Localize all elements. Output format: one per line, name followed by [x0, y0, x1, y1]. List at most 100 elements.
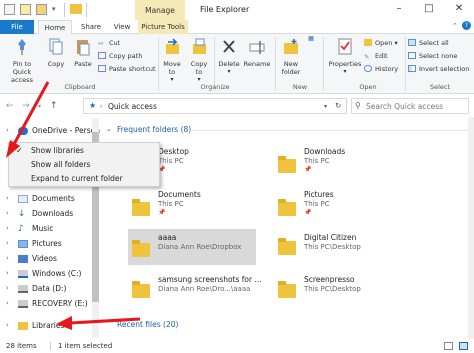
recent-files-header[interactable]: Recent files (20): [117, 320, 178, 329]
properties-qa-icon[interactable]: [4, 4, 15, 15]
nav-item-pictures[interactable]: › Pictures: [0, 236, 92, 251]
copy-button[interactable]: Copy: [44, 38, 68, 68]
nav-label: Pictures: [32, 239, 62, 248]
copy-to-button[interactable]: Copy to ▾: [187, 38, 211, 84]
tab-file[interactable]: File: [0, 20, 34, 34]
paste-shortcut-button[interactable]: Paste shortcut: [98, 65, 156, 74]
nav-item-data-d[interactable]: › Data (D:): [0, 281, 92, 296]
folder-location: This PC: [304, 200, 330, 208]
back-icon[interactable]: ←: [6, 101, 14, 111]
chevron-right-icon: ›: [6, 126, 9, 134]
refresh-icon[interactable]: ↻: [335, 101, 341, 110]
delete-button[interactable]: Delete ▾: [217, 38, 241, 76]
help-icon[interactable]: ?: [462, 21, 471, 30]
close-icon[interactable]: ✕: [444, 0, 474, 20]
nav-item-onedrive[interactable]: › OneDrive - Person: [0, 123, 100, 138]
new-item-icon[interactable]: ▦: [306, 35, 316, 43]
maximize-icon[interactable]: □: [414, 0, 444, 20]
cut-button[interactable]: ✂ Cut: [98, 39, 120, 48]
qa-dropdown-icon[interactable]: ▾: [52, 5, 56, 13]
select-none-button[interactable]: Select none: [408, 52, 457, 61]
chevron-right-icon: ›: [6, 254, 9, 262]
new-folder-qa-icon[interactable]: [20, 4, 31, 15]
ribbon-tabs: File Home Share View Picture Tools ⌃ ?: [0, 20, 474, 35]
scissors-icon: ✂: [98, 40, 104, 48]
folder-item-aaaa-selected[interactable]: aaaa Diana Ann Roe\Dropbox: [128, 229, 256, 265]
tab-home[interactable]: Home: [38, 20, 72, 35]
drive-icon: [18, 300, 28, 308]
invert-selection-button[interactable]: Invert selection: [408, 65, 469, 74]
nav-item-recovery-e[interactable]: › RECOVERY (E:): [0, 296, 92, 311]
select-none-icon: [408, 52, 416, 59]
collapse-ribbon-icon[interactable]: ⌃: [452, 22, 458, 30]
folder-item-digital-citizen[interactable]: Digital Citizen This PC\Desktop: [276, 229, 416, 265]
select-none-label: Select none: [419, 52, 458, 60]
nav-item-downloads[interactable]: › ↓ Downloads: [0, 206, 92, 221]
minimize-icon[interactable]: –: [384, 0, 414, 20]
nav-label: Downloads: [32, 209, 74, 218]
manage-tab[interactable]: Manage: [135, 0, 185, 20]
folder-location: This PC\Desktop: [304, 243, 361, 251]
properties-button[interactable]: Properties ▾: [326, 38, 364, 76]
nav-item-documents[interactable]: › Documents: [0, 191, 92, 206]
folder-item-downloads[interactable]: Downloads This PC 📌: [276, 147, 416, 183]
new-folder-label: New folder: [281, 60, 301, 76]
nav-item-videos[interactable]: › Videos: [0, 251, 92, 266]
nav-item-music[interactable]: › ♪ Music: [0, 221, 92, 236]
download-icon: ↓: [18, 209, 26, 219]
up-icon[interactable]: ↑: [50, 101, 58, 111]
pictures-icon: [18, 240, 28, 248]
nav-label: RECOVERY (E:): [32, 299, 88, 308]
folder-name: samsung screenshots for ...: [158, 275, 262, 284]
paste-button[interactable]: Paste: [70, 38, 96, 68]
address-field[interactable]: ★ › Quick access ▾ ↻: [83, 98, 347, 114]
new-folder-button[interactable]: New folder: [278, 38, 304, 76]
pin-quick-access-button[interactable]: Pin to Quick access: [3, 38, 41, 84]
nav-item-libraries[interactable]: › Libraries: [0, 318, 92, 333]
divider: [190, 130, 470, 131]
nav-context-menu: ✓ Show libraries Show all folders Expand…: [8, 142, 160, 187]
folder-location: This PC: [304, 157, 330, 165]
forward-icon[interactable]: →: [22, 101, 30, 111]
delete-label: Delete: [218, 60, 240, 68]
rename-button[interactable]: Rename: [243, 38, 271, 68]
folder-qa-icon[interactable]: [36, 4, 47, 15]
nav-item-windows-c[interactable]: › Windows (C:): [0, 266, 92, 281]
divider: [64, 3, 65, 17]
select-all-button[interactable]: Select all: [408, 39, 449, 48]
menu-item-show-libraries[interactable]: ✓ Show libraries: [9, 144, 159, 158]
copy-to-icon: [193, 38, 206, 54]
folder-item-screenpresso[interactable]: Screenpresso This PC\Desktop: [276, 272, 416, 308]
frequent-folders-header[interactable]: Frequent folders (8): [117, 125, 191, 134]
folder-item-pictures[interactable]: Pictures This PC 📌: [276, 190, 416, 226]
address-dropdown-icon[interactable]: ▾: [324, 103, 327, 110]
tab-share[interactable]: Share: [76, 20, 106, 34]
chevron-down-icon[interactable]: ⌄: [106, 125, 112, 133]
move-to-button[interactable]: Move to ▾: [160, 38, 184, 84]
chevron-right-icon: ›: [6, 284, 9, 292]
search-box[interactable]: ⚲ Search Quick access: [351, 98, 469, 114]
copy-path-button[interactable]: Copy path: [98, 52, 142, 61]
paste-label: Paste: [74, 60, 92, 68]
group-separator: [158, 37, 159, 91]
window-title: File Explorer: [200, 5, 250, 14]
recent-locations-icon[interactable]: ▾: [38, 103, 41, 110]
group-separator: [405, 37, 406, 91]
history-button[interactable]: History: [364, 65, 398, 74]
folder-item-samsung-screenshots[interactable]: samsung screenshots for ... Diana Ann Ro…: [130, 272, 270, 308]
content-scrollbar[interactable]: [468, 117, 474, 339]
tab-picture-tools[interactable]: Picture Tools: [138, 20, 188, 34]
menu-item-show-all-folders[interactable]: Show all folders: [9, 158, 159, 172]
checkmark-icon: ✓: [16, 146, 23, 155]
search-placeholder: Search Quick access: [366, 102, 444, 111]
nav-label: Documents: [32, 194, 75, 203]
folder-item-documents[interactable]: Documents This PC 📌: [130, 190, 260, 226]
folder-location: This PC: [158, 157, 184, 165]
edit-button[interactable]: ✎ Edit: [364, 52, 388, 61]
tab-view[interactable]: View: [108, 20, 136, 34]
menu-item-expand-current[interactable]: Expand to current folder: [9, 172, 159, 186]
open-button[interactable]: Open ▾: [364, 39, 398, 48]
pinned-icon: 📌: [158, 209, 166, 216]
details-view-icon[interactable]: [444, 342, 453, 350]
large-icons-view-icon[interactable]: [459, 342, 468, 350]
